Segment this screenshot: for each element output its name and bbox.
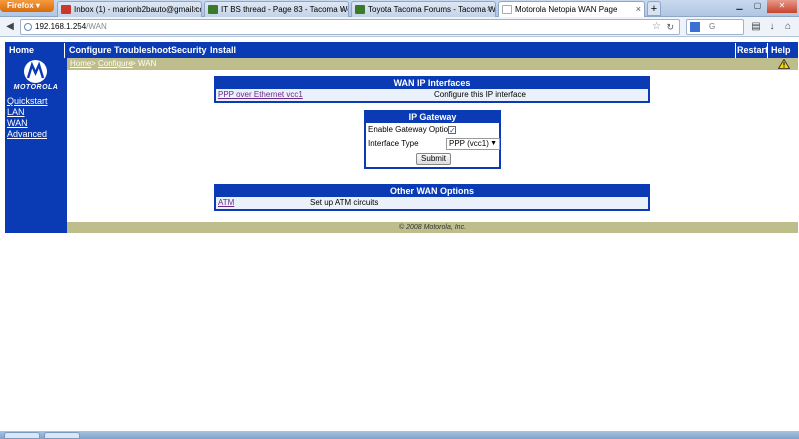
submit-button[interactable]: Submit: [416, 153, 451, 165]
sidebar-item-wan[interactable]: WAN: [5, 118, 67, 129]
taskbar-item[interactable]: [4, 432, 40, 439]
bookmark-star-icon[interactable]: ☆: [652, 20, 661, 34]
firefox-menu-label: Firefox: [7, 1, 34, 10]
windows-taskbar: [0, 431, 799, 439]
panel-title: Other WAN Options: [216, 186, 648, 197]
router-content-area: Home > Configure > WAN WAN IP Interfaces…: [67, 58, 798, 222]
forum-favicon-icon: [208, 5, 218, 14]
nav-divider: [64, 43, 65, 58]
tab-close-icon[interactable]: ×: [487, 2, 492, 17]
atm-link[interactable]: ATM: [218, 197, 234, 209]
motorola-logo: MOTOROLA: [5, 58, 67, 94]
panel-title: WAN IP Interfaces: [216, 78, 648, 89]
search-box[interactable]: G: [686, 19, 744, 35]
ppp-interface-link[interactable]: PPP over Ethernet vcc1: [218, 89, 303, 101]
downloads-arrow-icon[interactable]: ↓: [765, 20, 779, 34]
enable-gateway-label: Enable Gateway Option: [368, 125, 453, 134]
interface-type-select[interactable]: PPP (vcc1) ▼: [446, 138, 500, 150]
minimize-icon[interactable]: ▁: [731, 0, 748, 13]
sidebar-item-quickstart[interactable]: Quickstart: [5, 96, 67, 107]
sidebar-item-advanced[interactable]: Advanced: [5, 129, 67, 140]
url-host: 192.168.1.254: [35, 22, 87, 31]
row-description: Configure this IP interface: [434, 90, 526, 99]
browser-tab[interactable]: Toyota Tacoma Forums - Tacoma W... ×: [351, 1, 496, 17]
forum-favicon-icon: [355, 5, 365, 14]
nav-restart[interactable]: Restart: [737, 44, 768, 56]
table-row: ATM Set up ATM circuits: [216, 197, 648, 209]
reload-icon[interactable]: ↻: [666, 20, 674, 34]
browser-tab-active[interactable]: Motorola Netopia WAN Page ×: [498, 1, 645, 17]
browser-tab[interactable]: IT BS thread - Page 83 - Tacoma Worl... …: [204, 1, 349, 17]
breadcrumb-current: WAN: [138, 59, 157, 68]
taskbar-item[interactable]: [44, 432, 80, 439]
other-wan-options-panel: Other WAN Options ATM Set up ATM circuit…: [214, 184, 650, 211]
submit-row: Submit: [366, 151, 499, 165]
nav-configure[interactable]: Configure: [69, 44, 112, 56]
motorola-batwing-icon: [26, 61, 45, 79]
tab-title: IT BS thread - Page 83 - Tacoma Worl...: [221, 5, 349, 14]
search-placeholder: G: [709, 22, 716, 31]
router-side-nav: Quickstart LAN WAN Advanced: [5, 96, 67, 140]
google-search-icon: [690, 22, 700, 32]
table-row: PPP over Ethernet vcc1 Configure this IP…: [216, 89, 648, 101]
router-top-nav: Home Configure Troubleshoot Security Ins…: [5, 42, 798, 58]
nav-security[interactable]: Security: [171, 44, 207, 56]
address-bar[interactable]: 192.168.1.254/WAN ☆ ↻: [20, 19, 680, 35]
browser-navigation-bar: ◀ 192.168.1.254/WAN ☆ ↻ G ▤ ↓ ⌂: [0, 17, 799, 37]
brand-wordmark: MOTOROLA: [13, 84, 59, 91]
nav-help[interactable]: Help: [771, 44, 791, 56]
warning-icon[interactable]: [778, 59, 790, 69]
enable-gateway-row: Enable Gateway Option ✓: [366, 123, 499, 137]
nav-divider: [735, 43, 736, 58]
ip-gateway-panel: IP Gateway Enable Gateway Option ✓ Inter…: [364, 110, 501, 169]
tab-title: Toyota Tacoma Forums - Tacoma W...: [368, 5, 496, 14]
router-page: Home Configure Troubleshoot Security Ins…: [5, 42, 798, 233]
nav-troubleshoot[interactable]: Troubleshoot: [114, 44, 171, 56]
breadcrumb-home[interactable]: Home: [70, 59, 91, 69]
url-text: 192.168.1.254/WAN: [35, 20, 107, 34]
browser-tab-bar: Firefox ▾ Inbox (1) - marionb2bauto@gmai…: [0, 0, 799, 17]
interface-type-value: PPP (vcc1): [449, 139, 489, 148]
browser-tab[interactable]: Inbox (1) - marionb2bauto@gmail.co... ×: [57, 1, 202, 17]
panel-title: IP Gateway: [366, 112, 499, 123]
nav-home[interactable]: Home: [9, 44, 34, 56]
enable-gateway-checkbox[interactable]: ✓: [448, 126, 456, 135]
row-description: Set up ATM circuits: [310, 198, 379, 207]
url-path: /WAN: [86, 22, 107, 31]
back-arrow-icon[interactable]: ◀: [3, 20, 17, 34]
breadcrumb-configure[interactable]: Configure: [98, 59, 133, 69]
new-tab-button[interactable]: +: [647, 1, 661, 16]
wan-ip-interfaces-panel: WAN IP Interfaces PPP over Ethernet vcc1…: [214, 76, 650, 103]
site-identity-icon[interactable]: [24, 23, 32, 31]
page-footer: © 2008 Motorola, Inc.: [67, 222, 798, 233]
breadcrumb: Home > Configure > WAN: [67, 58, 798, 70]
bookmarks-icon[interactable]: ▤: [749, 20, 763, 34]
tab-title: Inbox (1) - marionb2bauto@gmail.co...: [74, 5, 202, 14]
motorola-m-icon: [24, 60, 47, 83]
tab-close-icon[interactable]: ×: [340, 2, 345, 17]
window-close-icon[interactable]: ✕: [767, 0, 797, 13]
dropdown-arrow-icon: ▼: [490, 140, 497, 147]
nav-install[interactable]: Install: [210, 44, 236, 56]
tab-close-icon[interactable]: ×: [193, 2, 198, 17]
sidebar-item-lan[interactable]: LAN: [5, 107, 67, 118]
interface-type-row: Interface Type PPP (vcc1) ▼: [366, 137, 500, 151]
tab-close-icon[interactable]: ×: [636, 2, 641, 17]
breadcrumb-separator: >: [131, 59, 136, 68]
page-favicon-icon: [502, 5, 512, 14]
nav-divider: [767, 43, 768, 58]
window-controls: ▁ ▢ ✕: [731, 0, 797, 13]
tab-title: Motorola Netopia WAN Page: [515, 5, 618, 14]
gmail-favicon-icon: [61, 5, 71, 14]
interface-type-label: Interface Type: [368, 139, 419, 148]
firefox-menu-button[interactable]: Firefox ▾: [0, 0, 54, 12]
breadcrumb-separator: >: [91, 59, 96, 68]
maximize-icon[interactable]: ▢: [749, 0, 766, 13]
home-icon[interactable]: ⌂: [781, 20, 795, 34]
